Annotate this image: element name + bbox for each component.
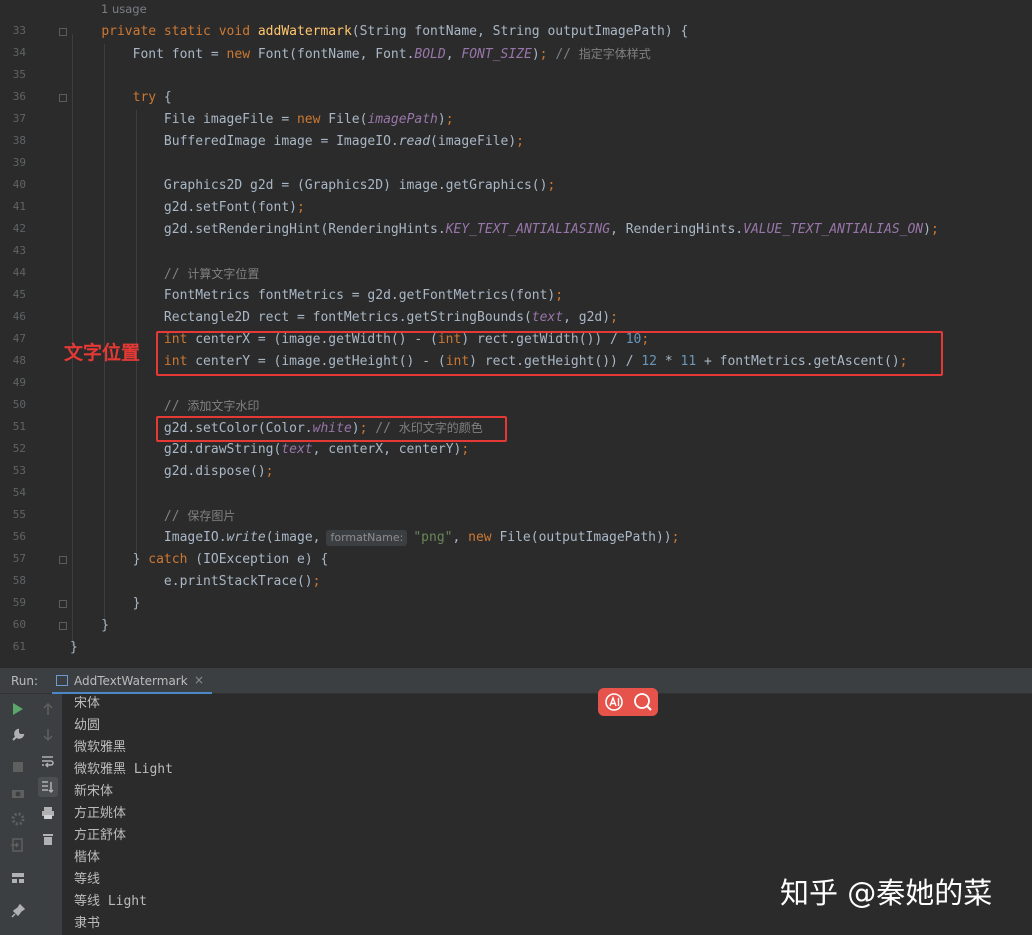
run-tab-label: AddTextWatermark <box>74 674 188 688</box>
line-number: 56 <box>12 530 26 543</box>
layout-icon[interactable] <box>8 868 28 888</box>
output-line: 楷体 <box>74 850 101 865</box>
code-line[interactable]: } <box>70 615 109 637</box>
output-line: 幼圆 <box>74 718 101 733</box>
code-line[interactable]: g2d.setRenderingHint(RenderingHints.KEY_… <box>70 219 939 241</box>
camera-icon[interactable] <box>8 783 28 803</box>
code-line[interactable]: Graphics2D g2d = (Graphics2D) image.getG… <box>70 175 555 197</box>
code-line[interactable]: Font font = new Font(fontName, Font.BOLD… <box>70 43 651 65</box>
line-number: 40 <box>12 178 26 191</box>
down-arrow-icon[interactable] <box>38 725 58 745</box>
run-tab[interactable]: AddTextWatermark × <box>52 668 212 694</box>
output-line: 隶书 <box>74 916 101 931</box>
pin-icon[interactable] <box>8 901 28 921</box>
line-number: 49 <box>12 376 26 389</box>
code-line[interactable]: // 添加文字水印 <box>70 395 260 417</box>
code-line[interactable]: // 保存图片 <box>70 505 236 527</box>
up-arrow-icon[interactable] <box>38 699 58 719</box>
line-number: 33 <box>12 24 26 37</box>
line-number: 42 <box>12 222 26 235</box>
code-line[interactable]: private static void addWatermark(String … <box>70 21 688 43</box>
line-number: 59 <box>12 596 26 609</box>
fold-marker[interactable] <box>59 28 67 36</box>
line-number: 47 <box>12 332 26 345</box>
code-line[interactable]: Rectangle2D rect = fontMetrics.getString… <box>70 307 618 329</box>
line-number: 52 <box>12 442 26 455</box>
line-number: 41 <box>12 200 26 213</box>
code-line[interactable]: // 计算文字位置 <box>70 263 260 285</box>
line-number: 54 <box>12 486 26 499</box>
line-number: 35 <box>12 68 26 81</box>
rerun-icon[interactable] <box>8 699 28 719</box>
soft-wrap-icon[interactable] <box>38 751 58 771</box>
trash-icon[interactable] <box>38 829 58 849</box>
line-number: 50 <box>12 398 26 411</box>
line-number: 61 <box>12 640 26 653</box>
line-number: 36 <box>12 90 26 103</box>
code-line[interactable]: ImageIO.write(image, formatName: "png", ne… <box>70 527 679 549</box>
line-number: 38 <box>12 134 26 147</box>
fold-marker[interactable] <box>59 600 67 608</box>
line-number: 46 <box>12 310 26 323</box>
annotation-label: 文字位置 <box>64 342 141 364</box>
highlight-box-color <box>156 416 507 442</box>
code-line[interactable]: BufferedImage image = ImageIO.read(image… <box>70 131 524 153</box>
code-line[interactable]: } <box>70 593 141 615</box>
exit-icon[interactable] <box>8 835 28 855</box>
output-line: 新宋体 <box>74 784 114 799</box>
usage-hint[interactable]: 1 usage <box>101 2 147 16</box>
close-icon[interactable]: × <box>194 673 204 687</box>
line-number: 57 <box>12 552 26 565</box>
fold-marker[interactable] <box>59 94 67 102</box>
output-line: 微软雅黑 <box>74 740 127 755</box>
output-line: 等线 Light <box>74 894 147 909</box>
run-side-toolbar <box>0 694 62 935</box>
run-label: Run: <box>11 674 39 688</box>
print-icon[interactable] <box>38 803 58 823</box>
run-toolbar: Run: AddTextWatermark × <box>0 668 1032 694</box>
highlight-box-position <box>156 331 943 376</box>
watermark-text: 知乎 @秦她的菜 <box>780 876 993 910</box>
line-number: 51 <box>12 420 26 433</box>
param-hint: formatName: <box>326 530 408 546</box>
code-line[interactable]: File imageFile = new File(imagePath); <box>70 109 454 131</box>
fold-marker[interactable] <box>59 556 67 564</box>
output-line: 微软雅黑 Light <box>74 762 173 777</box>
stop-icon[interactable] <box>8 757 28 777</box>
line-number: 45 <box>12 288 26 301</box>
console-icon <box>56 675 68 686</box>
code-line[interactable]: g2d.setFont(font); <box>70 197 305 219</box>
scroll-to-end-icon[interactable] <box>38 777 58 797</box>
code-line[interactable]: g2d.drawString(text, centerX, centerY); <box>70 439 469 461</box>
ai-icon <box>605 693 652 711</box>
code-line[interactable]: e.printStackTrace(); <box>70 571 321 593</box>
code-editor[interactable]: 1 usage 33 34 35 36 37 38 39 40 41 42 43… <box>0 0 1032 668</box>
line-number: 43 <box>12 244 26 257</box>
output-line: 宋体 <box>74 696 101 711</box>
line-number: 34 <box>12 46 26 59</box>
code-line[interactable]: g2d.dispose(); <box>70 461 274 483</box>
ai-search-button[interactable] <box>598 688 658 716</box>
line-number: 55 <box>12 508 26 521</box>
line-number: 53 <box>12 464 26 477</box>
code-line[interactable]: } catch (IOException e) { <box>70 549 329 571</box>
fold-marker[interactable] <box>59 622 67 630</box>
line-number: 44 <box>12 266 26 279</box>
line-number: 48 <box>12 354 26 367</box>
output-line: 方正舒体 <box>74 828 127 843</box>
code-line[interactable]: } <box>70 637 78 659</box>
line-number: 58 <box>12 574 26 587</box>
wrench-icon[interactable] <box>8 725 28 745</box>
line-number: 37 <box>12 112 26 125</box>
code-line[interactable]: FontMetrics fontMetrics = g2d.getFontMet… <box>70 285 563 307</box>
code-line[interactable]: try { <box>70 87 172 109</box>
output-line: 等线 <box>74 872 101 887</box>
settings-icon[interactable] <box>8 809 28 829</box>
line-number: 60 <box>12 618 26 631</box>
output-line: 方正姚体 <box>74 806 127 821</box>
line-number: 39 <box>12 156 26 169</box>
